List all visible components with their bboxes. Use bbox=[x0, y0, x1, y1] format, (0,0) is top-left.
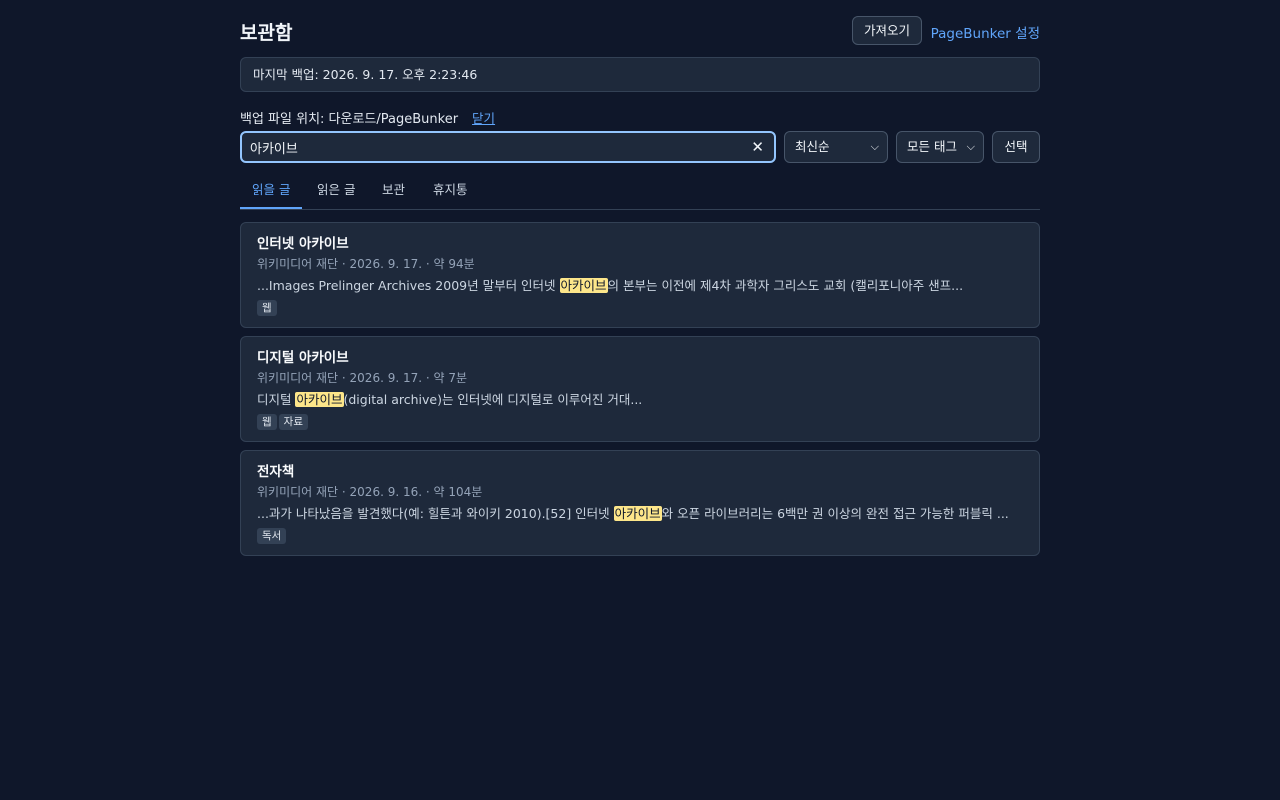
backup-location-text: 백업 파일 위치: 다운로드/PageBunker bbox=[240, 112, 459, 127]
article-meta: 위키미디어 재단 · 2026. 9. 16. · 약 104분 bbox=[257, 485, 483, 499]
tag-badge[interactable]: 독서 bbox=[257, 528, 287, 544]
tab-read[interactable]: 읽은 글 bbox=[305, 172, 367, 209]
chevron-down-icon: ⌵ bbox=[870, 140, 879, 153]
tag-list: 독서 bbox=[257, 528, 1023, 544]
import-button[interactable]: 가져오기 bbox=[851, 16, 922, 45]
sort-select[interactable]: 최신순 ⌵ bbox=[784, 131, 888, 163]
search-highlight: 아카이브 bbox=[559, 278, 608, 293]
select-button[interactable]: 선택 bbox=[992, 131, 1040, 163]
tab-to-read[interactable]: 읽을 글 bbox=[240, 172, 303, 209]
search-input[interactable] bbox=[250, 138, 740, 156]
tag-list: 웹 자료 bbox=[257, 414, 1023, 430]
article-meta: 위키미디어 재단 · 2026. 9. 17. · 약 7분 bbox=[257, 371, 468, 385]
close-location-link[interactable]: 닫기 bbox=[472, 111, 495, 126]
search-highlight: 아카이브 bbox=[613, 506, 662, 521]
article-meta: 위키미디어 재단 · 2026. 9. 17. · 약 94분 bbox=[257, 257, 475, 271]
backup-location-row: 백업 파일 위치: 다운로드/PageBunker 닫기 bbox=[240, 108, 495, 127]
article-card[interactable]: 전자책 위키미디어 재단 · 2026. 9. 16. · 약 104분 ...… bbox=[240, 450, 1040, 556]
last-backup-status: 마지막 백업: 2026. 9. 17. 오후 2:23:46 bbox=[240, 57, 1040, 92]
search-box[interactable]: ✕ bbox=[240, 131, 776, 163]
search-highlight: 아카이브 bbox=[295, 392, 344, 407]
tag-select-value: 모든 태그 bbox=[907, 139, 957, 154]
article-snippet: ...과가 나타났음을 발견했다(예: 힐튼과 와이키 2010).[52] 인… bbox=[257, 506, 1009, 521]
article-card[interactable]: 인터넷 아카이브 위키미디어 재단 · 2026. 9. 17. · 약 94분… bbox=[240, 222, 1040, 328]
tag-badge[interactable]: 웹 bbox=[257, 300, 277, 316]
chevron-down-icon: ⌵ bbox=[966, 140, 975, 153]
tag-filter-select[interactable]: 모든 태그 ⌵ bbox=[896, 131, 984, 163]
tab-trash[interactable]: 휴지통 bbox=[421, 172, 480, 209]
article-title[interactable]: 인터넷 아카이브 bbox=[257, 235, 1023, 253]
page-title: 보관함 bbox=[240, 22, 293, 44]
header: 보관함 가져오기 PageBunker 설정 bbox=[240, 16, 1040, 46]
tag-list: 웹 bbox=[257, 300, 1023, 316]
sort-select-value: 최신순 bbox=[795, 139, 830, 154]
article-title[interactable]: 디지털 아카이브 bbox=[257, 349, 1023, 367]
article-snippet: 디지털 아카이브(digital archive)는 인터넷에 디지털로 이루어… bbox=[257, 392, 643, 407]
tab-archive[interactable]: 보관 bbox=[370, 172, 417, 209]
tab-bar: 읽을 글 읽은 글 보관 휴지통 bbox=[240, 172, 1040, 210]
close-icon[interactable]: ✕ bbox=[751, 138, 764, 156]
article-card[interactable]: 디지털 아카이브 위키미디어 재단 · 2026. 9. 17. · 약 7분 … bbox=[240, 336, 1040, 442]
tag-badge[interactable]: 웹 bbox=[257, 414, 277, 430]
search-row: ✕ 최신순 ⌵ 모든 태그 ⌵ 선택 bbox=[240, 131, 1040, 163]
settings-link[interactable]: PageBunker 설정 bbox=[931, 22, 1040, 42]
article-title[interactable]: 전자책 bbox=[257, 463, 1023, 481]
tag-badge[interactable]: 자료 bbox=[278, 414, 308, 430]
article-snippet: ...Images Prelinger Archives 2009년 말부터 인… bbox=[257, 278, 964, 293]
